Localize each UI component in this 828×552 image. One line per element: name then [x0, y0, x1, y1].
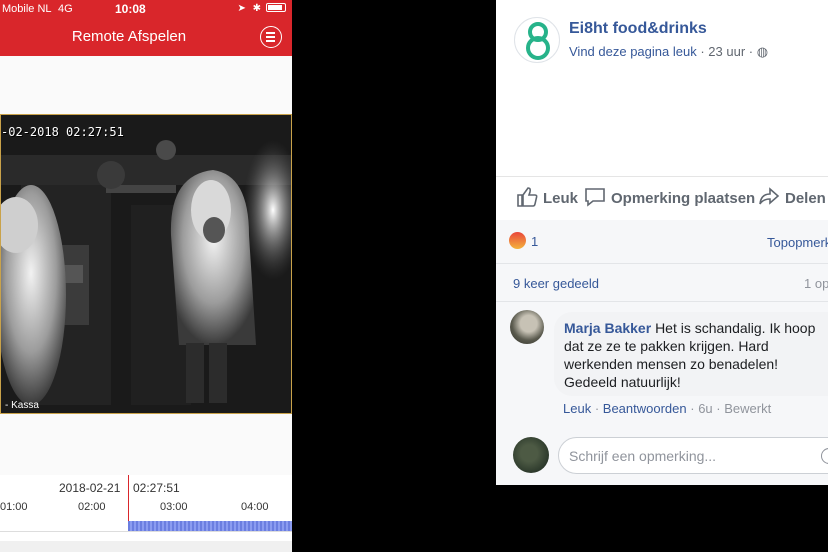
eight-logo-icon — [526, 22, 550, 60]
shares-row: 9 keer gedeeld 1 op — [496, 264, 828, 302]
network-label: 4G — [58, 3, 73, 15]
page-name-link[interactable]: Ei8ht food&drinks — [569, 20, 707, 38]
facebook-post-panel: Ei8ht food&drinks Vind deze pagina leuk … — [496, 0, 828, 485]
comment-time[interactable]: 6u — [698, 401, 712, 416]
reactions-row: 1 Topopmerk — [496, 220, 828, 264]
share-icon — [759, 187, 780, 205]
comment-pagination: 1 op — [804, 276, 828, 291]
timeline-tick: 03:00 — [160, 501, 188, 513]
status-time: 10:08 — [115, 2, 146, 16]
comment-author[interactable]: Marja Bakker — [564, 320, 651, 336]
post-card: Ei8ht food&drinks Vind deze pagina leuk … — [496, 0, 828, 220]
timeline-tick: 02:00 — [78, 501, 106, 513]
comment-sort-dropdown[interactable]: Topopmerk — [767, 235, 828, 250]
app-header: Remote Afspelen — [0, 18, 292, 56]
like-label: Leuk — [543, 190, 579, 207]
battery-icon — [266, 3, 286, 12]
comment-bubble: Marja Bakker Het is schandalig. Ik hoop … — [554, 312, 828, 396]
post-meta: Vind deze pagina leuk · 23 uur · ◍ — [569, 44, 769, 59]
like-button[interactable]: Leuk — [516, 187, 578, 207]
comment-input-box[interactable] — [558, 437, 828, 474]
page-avatar[interactable] — [514, 17, 560, 63]
avatar[interactable] — [510, 310, 544, 344]
phone-screen: Mobile NL 4G 10:08 ➤ ✱ Remote Afspelen -… — [0, 0, 292, 552]
thumbs-up-icon — [517, 187, 538, 207]
share-label: Delen — [785, 190, 826, 207]
playback-controls[interactable] — [0, 541, 292, 552]
angry-reaction-icon[interactable] — [509, 232, 526, 249]
like-page-link[interactable]: Vind deze pagina leuk — [569, 44, 697, 59]
timeline-tick: 04:00 — [241, 501, 269, 513]
comment-input[interactable] — [569, 448, 809, 464]
reaction-count[interactable]: 1 — [531, 234, 538, 249]
avatar — [513, 437, 549, 473]
camera-icon[interactable] — [821, 448, 828, 464]
post-actions-bar: Leuk Opmerking plaatsen Delen — [496, 176, 828, 220]
comment-like-link[interactable]: Leuk — [563, 401, 591, 416]
recording-segment[interactable] — [128, 521, 292, 531]
cctv-frame — [1, 115, 291, 413]
comment-icon — [585, 188, 605, 207]
status-bar: Mobile NL 4G 10:08 ➤ ✱ — [0, 0, 292, 18]
comment-actions: Leuk · Beantwoorden · 6u · Bewerkt — [563, 401, 772, 416]
comments-section: Marja Bakker Het is schandalig. Ik hoop … — [496, 302, 828, 485]
share-button[interactable]: Delen — [758, 187, 826, 207]
comment-label: Opmerking plaatsen — [611, 190, 756, 207]
video-timestamp: -02-2018 02:27:51 — [1, 125, 124, 139]
comment-edited-label[interactable]: Bewerkt — [724, 401, 771, 416]
carrier-label: Mobile NL — [2, 3, 52, 15]
timeline-tick: 01:00 — [0, 501, 28, 513]
timeline-date: 2018-02-21 — [59, 481, 121, 495]
status-icons: ➤ ✱ — [237, 3, 286, 14]
playback-video[interactable]: -02-2018 02:27:51 - Kassa — [0, 114, 292, 414]
comment-button[interactable]: Opmerking plaatsen — [584, 187, 755, 207]
share-count-link[interactable]: 9 keer gedeeld — [513, 276, 599, 291]
list-menu-button[interactable] — [260, 26, 282, 48]
comment-reply-link[interactable]: Beantwoorden — [603, 401, 687, 416]
globe-icon: ◍ — [756, 44, 769, 59]
post-time[interactable]: 23 uur — [708, 44, 745, 59]
timeline-cursor-time: 02:27:51 — [133, 481, 180, 495]
page-title: Remote Afspelen — [71, 28, 187, 45]
camera-label: - Kassa — [5, 400, 39, 411]
playback-timeline[interactable]: 2018-02-21 02:27:51 01:00 02:00 03:00 04… — [0, 475, 292, 552]
timeline-axis — [0, 531, 292, 532]
